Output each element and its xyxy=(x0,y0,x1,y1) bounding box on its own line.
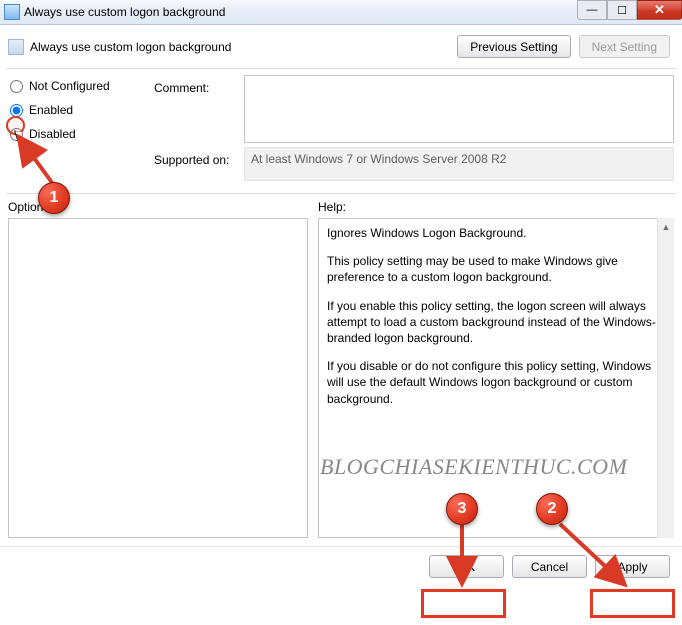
policy-name: Always use custom logon background xyxy=(30,40,449,54)
window-maximize-button[interactable]: ☐ xyxy=(607,0,637,20)
window-close-button[interactable]: ✕ xyxy=(637,0,682,20)
radio-not-configured-label: Not Configured xyxy=(29,79,110,93)
annotation-highlight-apply xyxy=(590,589,675,618)
radio-not-configured-input[interactable] xyxy=(10,80,23,93)
next-setting-button[interactable]: Next Setting xyxy=(579,35,670,58)
options-pane xyxy=(8,218,308,538)
window-titlebar: Always use custom logon background — ☐ ✕ xyxy=(0,0,682,25)
policy-icon xyxy=(8,39,24,55)
help-label: Help: xyxy=(318,200,674,214)
window-minimize-button[interactable]: — xyxy=(577,0,607,20)
radio-disabled[interactable]: Disabled xyxy=(8,127,148,141)
ok-button[interactable]: OK xyxy=(429,555,504,578)
window-icon xyxy=(4,4,20,20)
comment-label: Comment: xyxy=(154,75,244,143)
radio-disabled-input[interactable] xyxy=(10,128,23,141)
radio-enabled-label: Enabled xyxy=(29,103,73,117)
help-paragraph: If you disable or do not configure this … xyxy=(327,358,665,407)
state-radio-group: Not Configured Enabled Disabled xyxy=(8,75,148,185)
options-label: Options: xyxy=(8,200,318,214)
radio-enabled-input[interactable] xyxy=(10,104,23,117)
apply-button[interactable]: Apply xyxy=(595,555,670,578)
radio-disabled-label: Disabled xyxy=(29,127,76,141)
window-title: Always use custom logon background xyxy=(24,5,577,19)
supported-on-text: At least Windows 7 or Windows Server 200… xyxy=(244,147,674,181)
radio-not-configured[interactable]: Not Configured xyxy=(8,79,148,93)
help-paragraph: Ignores Windows Logon Background. xyxy=(327,225,665,241)
previous-setting-button[interactable]: Previous Setting xyxy=(457,35,570,58)
scrollbar-up-arrow-icon[interactable]: ▲ xyxy=(658,218,674,235)
help-pane: Ignores Windows Logon Background. This p… xyxy=(318,218,674,538)
help-scrollbar[interactable]: ▲ xyxy=(657,218,674,538)
cancel-button[interactable]: Cancel xyxy=(512,555,587,578)
help-paragraph: If you enable this policy setting, the l… xyxy=(327,298,665,347)
supported-on-label: Supported on: xyxy=(154,147,244,181)
comment-textarea[interactable] xyxy=(244,75,674,143)
radio-enabled[interactable]: Enabled xyxy=(8,103,148,117)
annotation-highlight-ok xyxy=(421,589,506,618)
help-paragraph: This policy setting may be used to make … xyxy=(327,253,665,285)
